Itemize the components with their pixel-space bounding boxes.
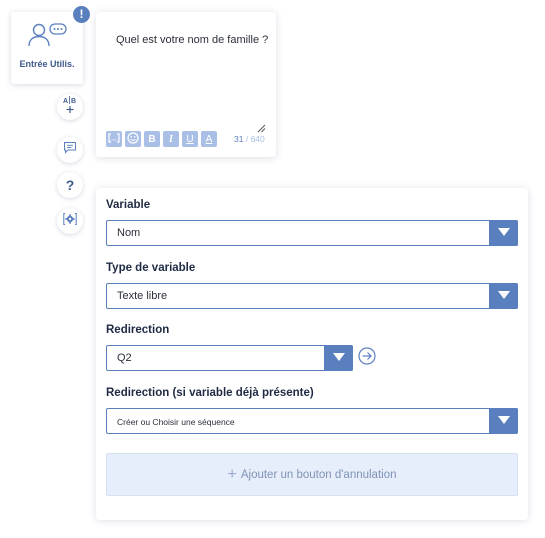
text-color-button[interactable]: A xyxy=(201,131,217,147)
variable-label: Variable xyxy=(106,199,151,211)
emoji-button[interactable] xyxy=(125,131,141,147)
alert-badge[interactable]: ! xyxy=(73,6,90,23)
underline-button[interactable]: U xyxy=(182,131,198,147)
brackets-icon xyxy=(108,132,120,146)
ab-plus-icon: A B xyxy=(62,95,78,119)
redirect-label: Redirection xyxy=(106,324,170,336)
user-speech-icon xyxy=(26,22,68,53)
redirect-existing-label: Redirection (si variable déjà présente) xyxy=(106,387,314,399)
variable-select-value: Nom xyxy=(117,227,141,239)
variable-type-label: Type de variable xyxy=(106,262,196,274)
variable-type-select[interactable]: Texte libre xyxy=(106,283,518,309)
italic-button[interactable]: I xyxy=(163,131,179,147)
node-label: Entrée Utilis. xyxy=(19,59,75,69)
go-to-arrow-icon[interactable] xyxy=(358,347,376,370)
message-editor: Quel est votre nom de famille ? B I U A … xyxy=(96,12,276,157)
user-input-node[interactable]: Entrée Utilis. xyxy=(11,12,83,84)
char-count-value: 31 xyxy=(234,134,244,144)
variable-select[interactable]: Nom xyxy=(106,220,518,246)
bold-button[interactable]: B xyxy=(144,131,160,147)
comment-icon xyxy=(63,141,77,159)
variable-dropdown-arrow[interactable] xyxy=(489,220,518,246)
redirect-existing-select[interactable]: Créer ou Choisir une séquence xyxy=(106,408,518,434)
format-toolbar: B I U A 31 / 640 xyxy=(106,131,265,147)
gear-icon xyxy=(63,212,77,231)
redirect-select-value: Q2 xyxy=(117,352,132,364)
redirect-existing-dropdown-arrow[interactable] xyxy=(489,408,518,434)
caret-down-icon xyxy=(497,415,510,427)
comment-button[interactable] xyxy=(57,137,83,163)
help-icon: ? xyxy=(65,177,75,193)
variable-type-select-value: Texte libre xyxy=(117,290,168,302)
settings-button[interactable] xyxy=(57,208,83,234)
redirect-dropdown-arrow[interactable] xyxy=(324,345,353,371)
variable-type-dropdown-arrow[interactable] xyxy=(489,283,518,309)
svg-text:A: A xyxy=(63,98,68,105)
add-cancel-button[interactable]: + Ajouter un bouton d'annulation xyxy=(106,453,518,496)
plus-icon: + xyxy=(227,465,237,483)
message-text[interactable]: Quel est votre nom de famille ? xyxy=(116,34,268,46)
redirect-existing-select-value: Créer ou Choisir une séquence xyxy=(117,417,235,427)
emoji-icon xyxy=(127,131,139,147)
caret-down-icon xyxy=(497,227,510,239)
svg-text:B: B xyxy=(71,98,76,105)
caret-down-icon xyxy=(497,290,510,302)
caret-down-icon xyxy=(332,352,345,364)
add-cancel-button-label: Ajouter un bouton d'annulation xyxy=(240,468,397,481)
char-counter: 31 / 640 xyxy=(234,134,265,144)
variable-insert-button[interactable] xyxy=(106,131,122,147)
help-button[interactable]: ? xyxy=(57,172,83,198)
redirect-select[interactable]: Q2 xyxy=(106,345,353,371)
char-count-max: / 640 xyxy=(245,134,265,144)
ab-test-button[interactable]: A B xyxy=(57,94,83,120)
variable-settings-panel: Variable Nom Type de variable Texte libr… xyxy=(96,188,528,520)
